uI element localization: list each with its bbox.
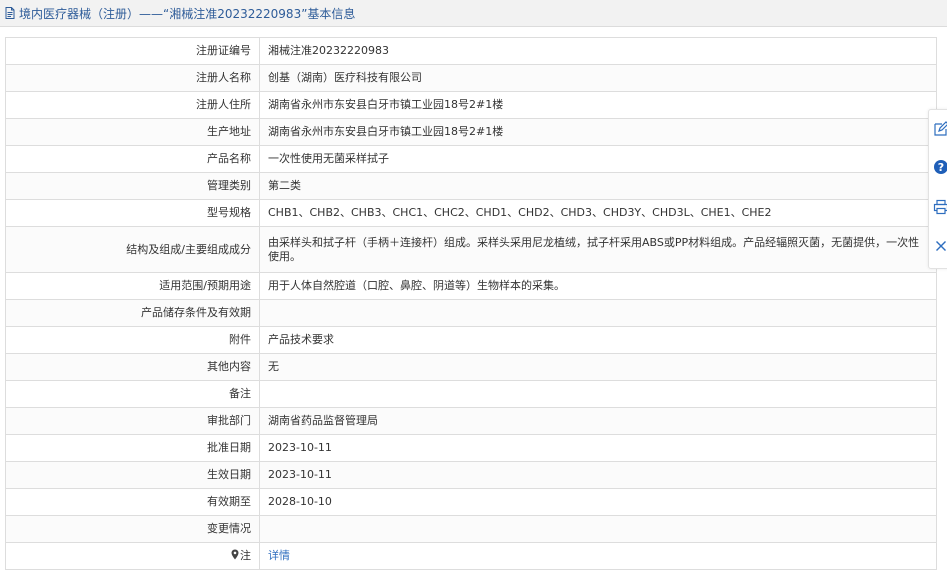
row-value: 产品技术要求: [259, 326, 937, 354]
row-value: [259, 515, 937, 543]
location-pin-icon: [231, 549, 239, 564]
row-value: 2023-10-11: [259, 434, 937, 462]
table-row: 管理类别 第二类: [5, 172, 937, 200]
table-row: 生效日期 2023-10-11: [5, 461, 937, 489]
row-value: 创基（湖南）医疗科技有限公司: [259, 64, 937, 92]
row-label: 生效日期: [5, 461, 260, 489]
row-label: 备注: [5, 380, 260, 408]
row-label: 其他内容: [5, 353, 260, 381]
row-value: CHB1、CHB2、CHB3、CHC1、CHC2、CHD1、CHD2、CHD3、…: [259, 199, 937, 227]
table-row: 审批部门 湖南省药品监督管理局: [5, 407, 937, 435]
info-table: 注册证编号 湘械注准20232220983 注册人名称 创基（湖南）医疗科技有限…: [5, 37, 937, 570]
table-row: 结构及组成/主要组成成分 由采样头和拭子杆（手柄＋连接杆）组成。采样头采用尼龙植…: [5, 226, 937, 273]
row-value: 第二类: [259, 172, 937, 200]
row-label: 注册人住所: [5, 91, 260, 119]
row-label: 产品名称: [5, 145, 260, 173]
table-row: 生产地址 湖南省永州市东安县白牙市镇工业园18号2#1楼: [5, 118, 937, 146]
page-header: 境内医疗器械（注册）——“湘械注准20232220983”基本信息: [0, 0, 947, 27]
row-value: 2023-10-11: [259, 461, 937, 489]
row-label: 有效期至: [5, 488, 260, 516]
close-icon[interactable]: [933, 238, 947, 254]
note-label-cell: 注: [5, 542, 260, 570]
svg-text:?: ?: [938, 161, 944, 174]
table-row: 适用范围/预期用途 用于人体自然腔道（口腔、鼻腔、阴道等）生物样本的采集。: [5, 272, 937, 300]
table-row: 其他内容 无: [5, 353, 937, 381]
row-value: 由采样头和拭子杆（手柄＋连接杆）组成。采样头采用尼龙植绒，拭子杆采用ABS或PP…: [259, 226, 937, 273]
row-label: 注册人名称: [5, 64, 260, 92]
table-row: 备注: [5, 380, 937, 408]
row-label: 管理类别: [5, 172, 260, 200]
row-value: 2028-10-10: [259, 488, 937, 516]
row-value: [259, 299, 937, 327]
edit-icon[interactable]: [933, 121, 947, 137]
table-row: 附件 产品技术要求: [5, 326, 937, 354]
row-label: 结构及组成/主要组成成分: [5, 226, 260, 273]
table-row: 批准日期 2023-10-11: [5, 434, 937, 462]
table-row: 产品储存条件及有效期: [5, 299, 937, 327]
table-row: 型号规格 CHB1、CHB2、CHB3、CHC1、CHC2、CHD1、CHD2、…: [5, 199, 937, 227]
row-label: 注册证编号: [5, 37, 260, 65]
row-label: 适用范围/预期用途: [5, 272, 260, 300]
row-label: 注: [240, 548, 251, 562]
table-row: 变更情况: [5, 515, 937, 543]
row-value: [259, 380, 937, 408]
row-label: 生产地址: [5, 118, 260, 146]
print-icon[interactable]: [933, 199, 947, 215]
row-value: 湘械注准20232220983: [259, 37, 937, 65]
detail-link[interactable]: 详情: [268, 549, 290, 562]
row-value: 一次性使用无菌采样拭子: [259, 145, 937, 173]
table-row: 注 详情: [5, 542, 937, 570]
page-title: 境内医疗器械（注册）——“湘械注准20232220983”基本信息: [19, 6, 356, 21]
row-label: 审批部门: [5, 407, 260, 435]
side-toolbar: ?: [928, 109, 947, 269]
document-icon: [4, 7, 16, 19]
row-label: 变更情况: [5, 515, 260, 543]
row-value: 湖南省永州市东安县白牙市镇工业园18号2#1楼: [259, 118, 937, 146]
table-row: 注册证编号 湘械注准20232220983: [5, 37, 937, 65]
row-value: 用于人体自然腔道（口腔、鼻腔、阴道等）生物样本的采集。: [259, 272, 937, 300]
row-value: 湖南省药品监督管理局: [259, 407, 937, 435]
help-icon[interactable]: ?: [933, 159, 947, 175]
table-row: 产品名称 一次性使用无菌采样拭子: [5, 145, 937, 173]
table-row: 注册人名称 创基（湖南）医疗科技有限公司: [5, 64, 937, 92]
row-value: 湖南省永州市东安县白牙市镇工业园18号2#1楼: [259, 91, 937, 119]
row-value: 详情: [259, 542, 937, 570]
row-value: 无: [259, 353, 937, 381]
row-label: 附件: [5, 326, 260, 354]
row-label: 型号规格: [5, 199, 260, 227]
table-row: 注册人住所 湖南省永州市东安县白牙市镇工业园18号2#1楼: [5, 91, 937, 119]
table-row: 有效期至 2028-10-10: [5, 488, 937, 516]
row-label: 产品储存条件及有效期: [5, 299, 260, 327]
row-label: 批准日期: [5, 434, 260, 462]
